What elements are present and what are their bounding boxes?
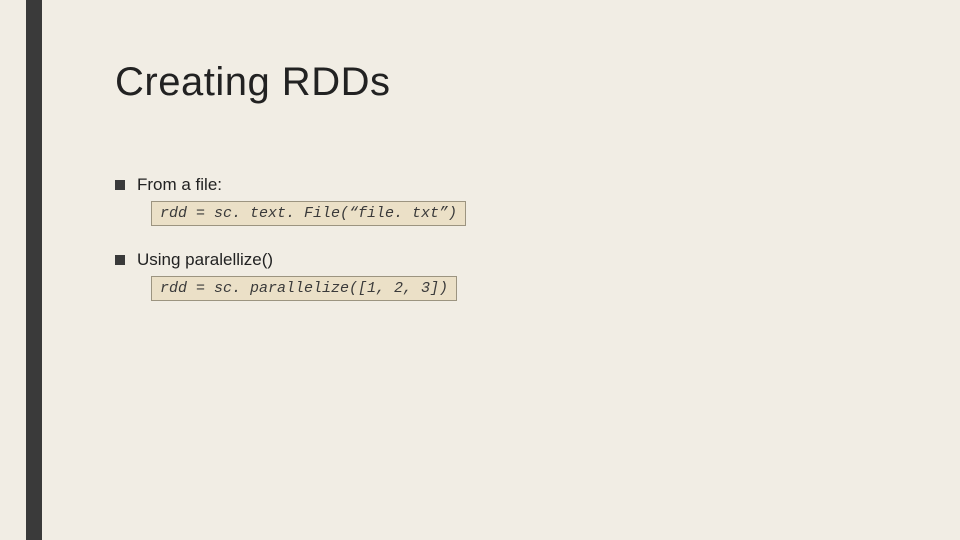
square-bullet-icon	[115, 255, 125, 265]
bullet-label: From a file:	[137, 175, 222, 195]
slide-content: Creating RDDs From a file: rdd = sc. tex…	[115, 60, 900, 325]
bullet-label: Using paralellize()	[137, 250, 273, 270]
bullet-item: Using paralellize() rdd = sc. paralleliz…	[115, 250, 900, 315]
bullet-item: From a file: rdd = sc. text. File(“file.…	[115, 175, 900, 240]
bullet-line: Using paralellize()	[115, 250, 900, 270]
code-snippet: rdd = sc. text. File(“file. txt”)	[151, 201, 466, 226]
code-snippet: rdd = sc. parallelize([1, 2, 3])	[151, 276, 457, 301]
bullet-line: From a file:	[115, 175, 900, 195]
square-bullet-icon	[115, 180, 125, 190]
slide-title: Creating RDDs	[115, 60, 900, 105]
accent-left-bar	[26, 0, 42, 540]
